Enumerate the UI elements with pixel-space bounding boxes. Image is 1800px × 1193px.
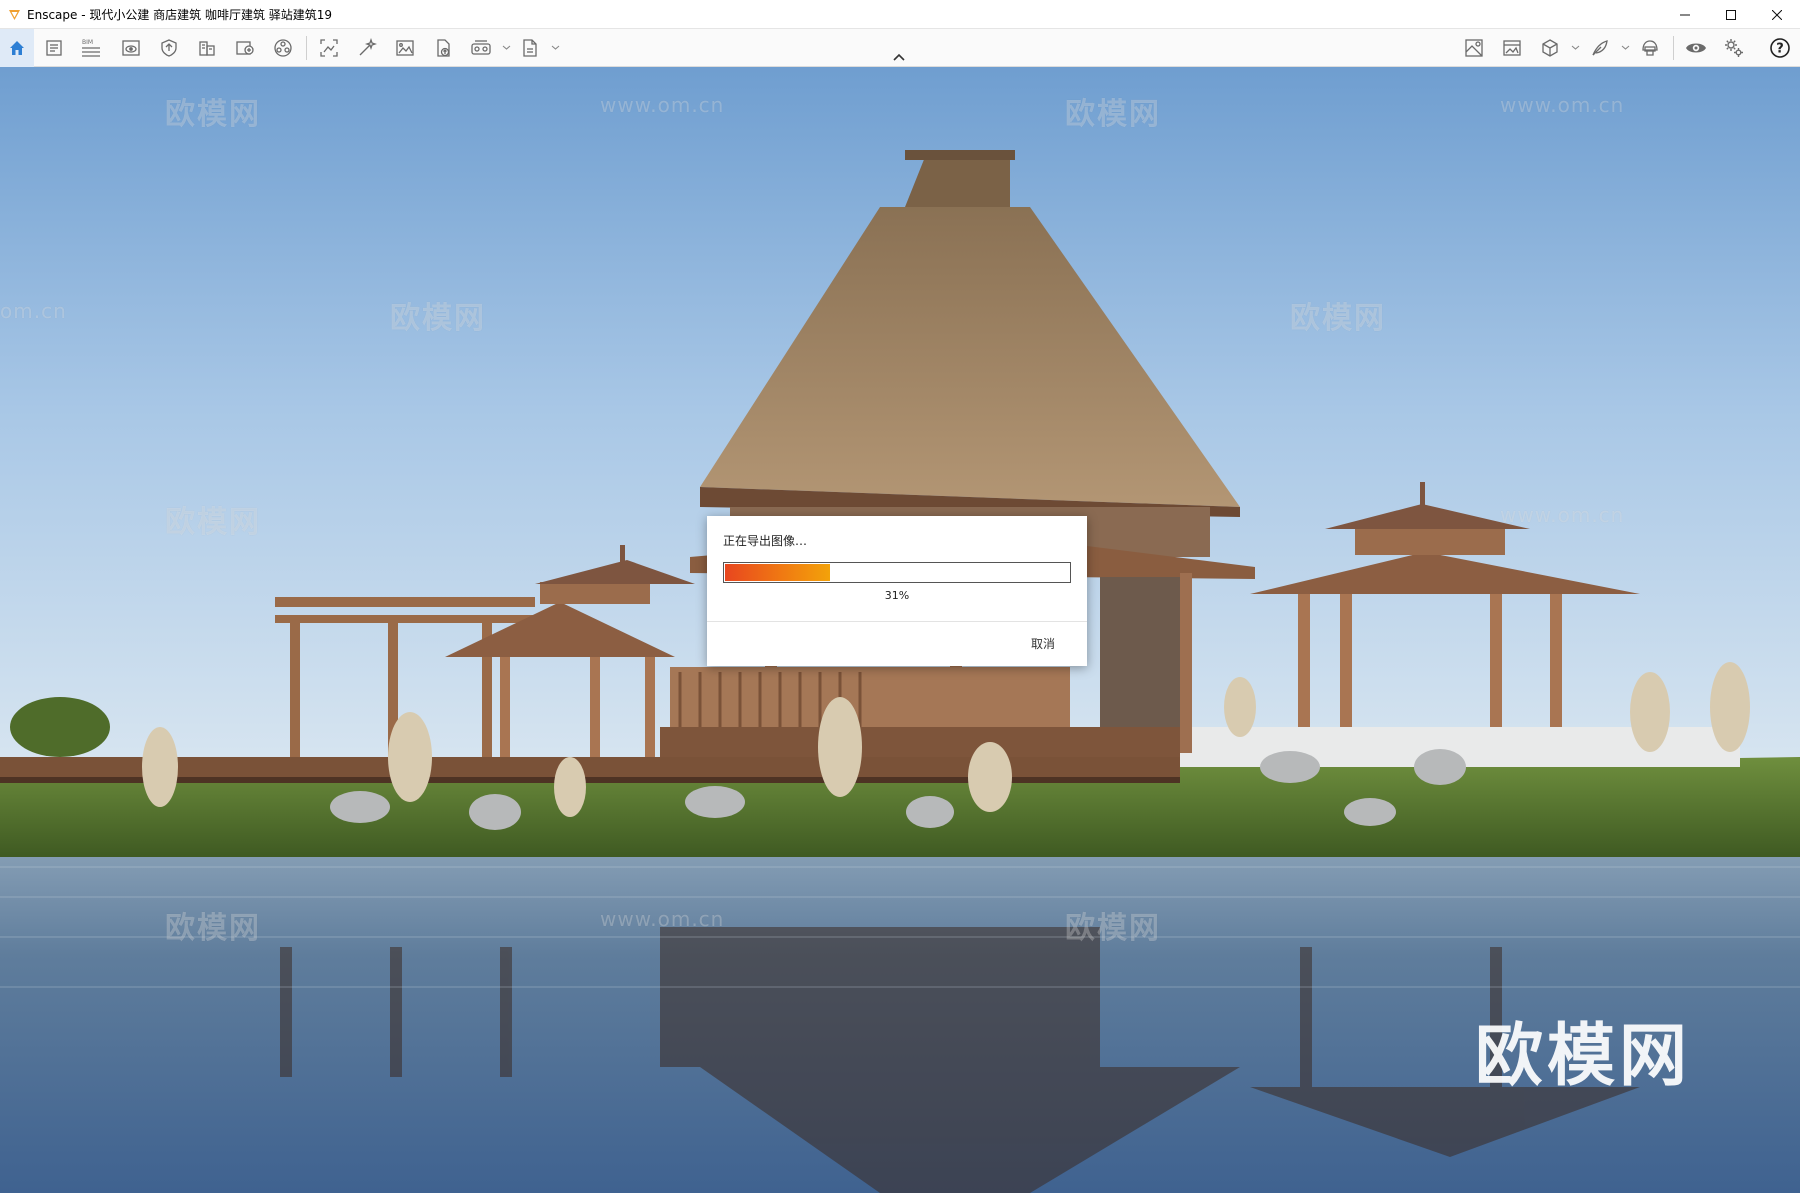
collapse-toolbar-icon[interactable] xyxy=(892,53,906,63)
pdf-icon[interactable] xyxy=(519,37,541,59)
cube-icon[interactable] xyxy=(1539,37,1561,59)
sphere-icon[interactable] xyxy=(272,37,294,59)
view-icon[interactable] xyxy=(120,37,142,59)
toolbar: BIM ? xyxy=(0,29,1800,67)
watermark-brand-large: 欧模网 xyxy=(1475,1017,1692,1096)
watermark-brand: 欧模网 xyxy=(1065,911,1161,946)
home-icon xyxy=(6,37,28,59)
maximize-icon xyxy=(1726,9,1736,20)
building-icon[interactable] xyxy=(196,37,218,59)
toolbar-separator xyxy=(306,36,307,60)
bim-label: BIM xyxy=(82,39,93,46)
chevron-down-icon[interactable] xyxy=(1621,43,1630,52)
close-button[interactable] xyxy=(1754,0,1800,29)
home-button[interactable] xyxy=(0,29,34,67)
watermark-brand: 欧模网 xyxy=(165,97,261,132)
progress-bar-fill xyxy=(725,564,831,581)
eye-icon[interactable] xyxy=(1685,37,1707,59)
bim-icon[interactable]: BIM xyxy=(80,37,102,59)
window-title: Enscape - 现代小公建 商店建筑 咖啡厅建筑 驿站建筑19 xyxy=(27,7,333,22)
watermark-url-fragment: om.cn xyxy=(0,299,67,323)
image-icon[interactable] xyxy=(394,37,416,59)
dialog-divider xyxy=(707,621,1087,622)
report-icon[interactable] xyxy=(43,37,65,59)
dialog-title: 正在导出图像… xyxy=(723,534,808,548)
watermark-url: www.om.cn xyxy=(1500,503,1625,527)
shield-icon[interactable] xyxy=(158,37,180,59)
helmet-icon[interactable] xyxy=(1639,37,1661,59)
watermark-brand: 欧模网 xyxy=(390,301,486,336)
help-icon: ? xyxy=(1776,42,1784,57)
close-icon xyxy=(1772,9,1782,20)
minimize-icon xyxy=(1680,14,1690,15)
gallery-icon[interactable] xyxy=(1501,37,1523,59)
chevron-down-icon[interactable] xyxy=(1571,43,1580,52)
watermark-brand: 欧模网 xyxy=(1290,301,1386,336)
export-icon[interactable] xyxy=(234,37,256,59)
upload-icon[interactable] xyxy=(432,37,454,59)
watermark-brand: 欧模网 xyxy=(1065,97,1161,132)
chevron-down-icon[interactable] xyxy=(502,43,511,52)
vr-icon[interactable] xyxy=(470,37,492,59)
minimize-button[interactable] xyxy=(1662,0,1708,29)
help-button[interactable]: ? xyxy=(1769,37,1791,59)
watermark-brand: 欧模网 xyxy=(165,505,261,540)
cancel-button[interactable]: 取消 xyxy=(1031,635,1055,652)
title-bar: Enscape - 现代小公建 商店建筑 咖啡厅建筑 驿站建筑19 xyxy=(0,0,1800,29)
chevron-down-icon[interactable] xyxy=(551,43,560,52)
watermark-url: www.om.cn xyxy=(600,93,725,117)
screenshot-icon[interactable] xyxy=(318,37,340,59)
toolbar-separator xyxy=(1673,36,1674,60)
progress-percent: 31% xyxy=(884,589,910,602)
maximize-button[interactable] xyxy=(1708,0,1754,29)
export-progress-bar xyxy=(723,562,1071,583)
feather-icon[interactable] xyxy=(1589,37,1611,59)
export-progress-dialog: 正在导出图像… 31% 取消 xyxy=(707,516,1087,666)
asset-library-icon[interactable] xyxy=(1463,37,1485,59)
wand-icon[interactable] xyxy=(356,37,378,59)
watermark-url: www.om.cn xyxy=(1500,93,1625,117)
settings-icon[interactable] xyxy=(1723,37,1745,59)
enscape-logo-icon xyxy=(9,9,20,20)
watermark-brand: 欧模网 xyxy=(165,911,261,946)
watermark-url: www.om.cn xyxy=(600,907,725,931)
